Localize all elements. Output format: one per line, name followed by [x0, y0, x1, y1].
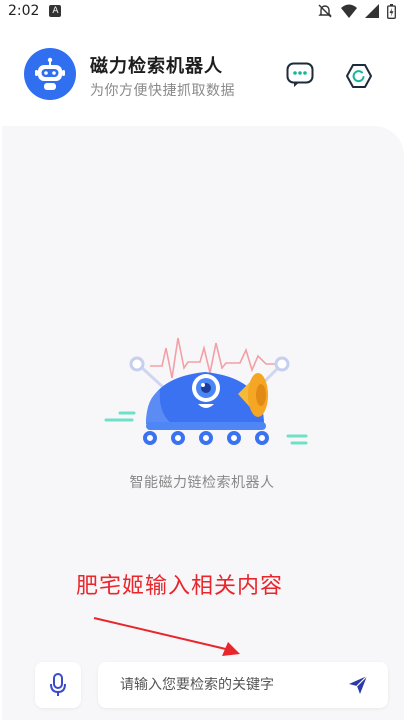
microphone-icon — [50, 673, 66, 696]
chat-button[interactable] — [286, 62, 314, 88]
robot-illustration — [104, 337, 308, 445]
page-title: 磁力检索机器人 — [90, 56, 223, 77]
avatar — [24, 48, 76, 100]
mute-bell-icon — [318, 4, 332, 18]
status-icons — [317, 3, 396, 19]
send-button[interactable] — [348, 675, 368, 695]
search-box — [98, 662, 388, 708]
voice-input-button[interactable] — [35, 662, 81, 708]
robot-icon — [35, 57, 65, 90]
chat-bubble-icon — [286, 62, 314, 87]
annotation-text: 肥宅姬输入相关内容 — [76, 574, 284, 599]
page-subtitle: 为你方便快捷抓取数据 — [90, 83, 235, 99]
hero-caption: 智能磁力链检索机器人 — [129, 475, 275, 491]
search-input[interactable] — [120, 677, 340, 693]
wifi-icon — [341, 4, 357, 18]
app-header: 磁力检索机器人 为你方便快捷抓取数据 — [0, 22, 404, 126]
annotation-arrow — [93, 617, 240, 656]
signal-icon — [365, 4, 379, 18]
status-bar: 2:02 A — [0, 0, 404, 22]
notification-a-icon: A — [49, 5, 62, 17]
status-time: 2:02 — [8, 3, 40, 19]
hexagon-icon — [346, 64, 372, 88]
settings-button[interactable] — [345, 62, 373, 90]
send-icon — [349, 675, 368, 694]
battery-icon — [387, 3, 396, 19]
